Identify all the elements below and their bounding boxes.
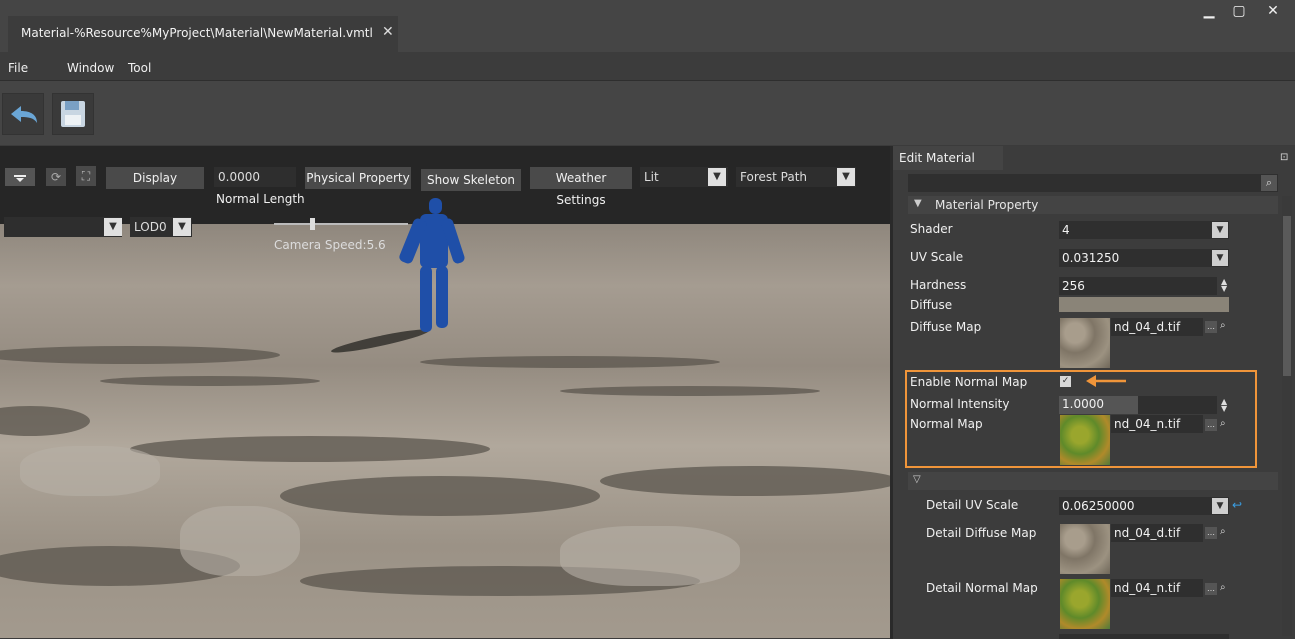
detail-diffuse-map-label: Detail Diffuse Map: [926, 526, 1037, 540]
detail-normal-map-thumbnail[interactable]: [1060, 579, 1110, 629]
enable-normal-map-checkbox[interactable]: ✓: [1060, 376, 1071, 387]
spinner-icon[interactable]: ▲ ▼: [1221, 278, 1229, 293]
browse-icon[interactable]: …: [1205, 583, 1217, 595]
menu-file[interactable]: File: [8, 61, 28, 75]
document-tab-title: Material-%Resource%MyProject\Material\Ne…: [21, 26, 373, 40]
menu-tool[interactable]: Tool: [128, 61, 151, 75]
lod-value: LOD0: [134, 220, 167, 234]
display-button[interactable]: Display: [106, 167, 204, 189]
close-window-icon[interactable]: ✕: [1260, 0, 1286, 22]
close-tab-icon[interactable]: ✕: [382, 24, 394, 40]
panel-title: Edit Material: [899, 151, 975, 165]
toolbar: [0, 80, 1295, 145]
fit-view-icon[interactable]: ⛶: [76, 166, 96, 186]
camera-speed-slider[interactable]: [274, 223, 408, 225]
chevron-down-icon[interactable]: ▼: [104, 218, 122, 236]
chevron-down-icon[interactable]: ▼: [708, 168, 726, 186]
viewport-menu-button[interactable]: [5, 168, 35, 186]
detail-diffuse-map-thumbnail[interactable]: [1060, 524, 1110, 574]
locate-icon[interactable]: ⌕: [1220, 418, 1226, 429]
document-tab[interactable]: Material-%Resource%MyProject\Material\Ne…: [8, 16, 398, 52]
detail-uv-scale-select[interactable]: 0.06250000: [1059, 497, 1229, 515]
show-skeleton-button[interactable]: Show Skeleton: [421, 169, 521, 191]
physical-property-button[interactable]: Physical Property: [305, 167, 411, 189]
3d-viewport[interactable]: ⟳ ⛶ Display 0.0000 Normal Length Physica…: [0, 146, 890, 638]
enable-normal-map-label: Enable Normal Map: [910, 375, 1028, 389]
arrow-icon: [1086, 375, 1126, 387]
detail-normal-map-file[interactable]: nd_04_n.tif: [1111, 579, 1203, 597]
material-property-section[interactable]: ▼ Material Property: [908, 196, 1278, 214]
locate-icon[interactable]: ⌕: [1220, 526, 1226, 537]
normal-map-file[interactable]: nd_04_n.tif: [1111, 415, 1203, 433]
search-icon[interactable]: ⌕: [1261, 175, 1277, 191]
diffuse-map-thumbnail[interactable]: [1060, 318, 1110, 368]
chevron-down-icon[interactable]: ▼: [837, 168, 855, 186]
minimize-icon[interactable]: ▁: [1196, 0, 1222, 22]
browse-icon[interactable]: …: [1205, 527, 1217, 539]
undo-button[interactable]: [2, 93, 44, 135]
chevron-down-icon[interactable]: ▼: [1212, 250, 1228, 266]
collapse-arrow-icon[interactable]: ▼: [914, 198, 922, 209]
hardness-label: Hardness: [910, 278, 967, 292]
browse-icon[interactable]: …: [1205, 419, 1217, 431]
locate-icon[interactable]: ⌕: [1220, 320, 1226, 331]
next-field-partial[interactable]: [1059, 634, 1229, 639]
uv-scale-label: UV Scale: [910, 250, 964, 264]
browse-icon[interactable]: …: [1205, 321, 1217, 333]
lighting-mode-value: Lit: [644, 170, 659, 184]
normal-intensity-label: Normal Intensity: [910, 397, 1010, 411]
save-icon: [61, 101, 85, 127]
dropdown-icon: [14, 175, 26, 182]
panel-splitter[interactable]: [890, 146, 893, 639]
chevron-down-icon[interactable]: ▼: [173, 218, 191, 236]
diffuse-map-label: Diffuse Map: [910, 320, 982, 334]
normal-length-label: Normal Length: [216, 192, 305, 206]
detail-uv-scale-label: Detail UV Scale: [926, 498, 1019, 512]
weather-settings-button[interactable]: Weather Settings: [530, 167, 632, 207]
diffuse-map-file[interactable]: nd_04_d.tif: [1111, 318, 1203, 336]
title-bar: Material-%Resource%MyProject\Material\Ne…: [0, 0, 1295, 52]
detail-section[interactable]: ▽: [908, 472, 1278, 490]
normal-intensity-value: 1.0000: [1062, 397, 1104, 411]
pin-icon[interactable]: ⊡: [1280, 152, 1292, 164]
refresh-icon[interactable]: ⟳: [46, 168, 66, 186]
diffuse-label: Diffuse: [910, 298, 953, 312]
normal-length-input[interactable]: 0.0000: [214, 167, 296, 187]
menu-bar: File Window Tool: [0, 52, 1295, 80]
edit-material-tab[interactable]: Edit Material: [893, 146, 1003, 170]
undo-icon: [11, 106, 37, 123]
uv-scale-select[interactable]: 0.031250: [1059, 249, 1229, 267]
chevron-down-icon[interactable]: ▼: [1212, 498, 1228, 514]
shader-label: Shader: [910, 222, 953, 236]
save-button[interactable]: [52, 93, 94, 135]
spinner-icon[interactable]: ▲ ▼: [1221, 398, 1229, 413]
detail-normal-map-label: Detail Normal Map: [926, 581, 1038, 595]
camera-speed-label: Camera Speed:5.6: [274, 238, 386, 252]
menu-window[interactable]: Window: [67, 61, 114, 75]
panel-scrollbar-thumb[interactable]: [1283, 216, 1291, 376]
property-search-input[interactable]: [908, 174, 1278, 192]
reset-icon[interactable]: ↩: [1232, 498, 1242, 512]
chevron-down-icon[interactable]: ▼: [1212, 222, 1228, 238]
normal-map-thumbnail[interactable]: [1060, 415, 1110, 465]
camera-speed-slider-handle[interactable]: [310, 218, 315, 230]
collapse-arrow-icon[interactable]: ▽: [913, 474, 921, 485]
normal-map-label: Normal Map: [910, 417, 983, 431]
maximize-icon[interactable]: ▢: [1226, 0, 1252, 22]
locate-icon[interactable]: ⌕: [1220, 582, 1226, 593]
shader-select[interactable]: 4: [1059, 221, 1229, 239]
detail-diffuse-map-file[interactable]: nd_04_d.tif: [1111, 524, 1203, 542]
diffuse-color-swatch[interactable]: [1059, 297, 1229, 312]
hardness-input[interactable]: 256: [1059, 277, 1217, 295]
section-title: Material Property: [935, 198, 1039, 212]
environment-value: Forest Path: [740, 170, 808, 184]
